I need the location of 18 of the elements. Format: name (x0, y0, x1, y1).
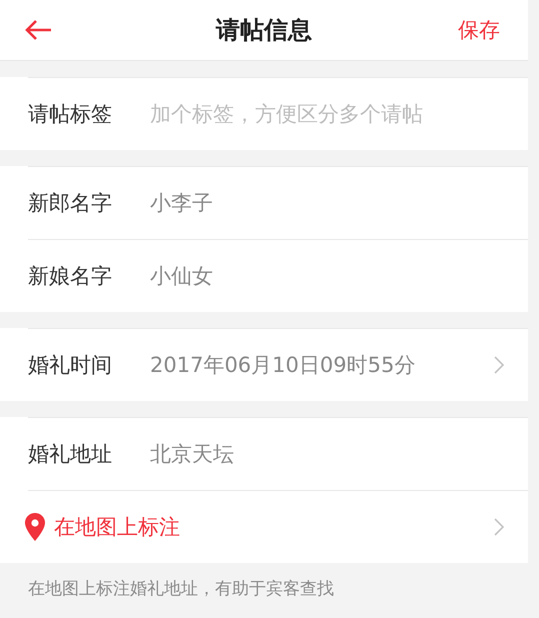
input-field[interactable]: 加个标签，方便区分多个请帖 (150, 102, 504, 126)
back-icon[interactable] (24, 19, 52, 41)
field-label: 婚礼时间 (28, 352, 113, 379)
input-field[interactable]: 小仙女 (150, 264, 504, 288)
input-field[interactable]: 小李子 (150, 191, 504, 215)
chevron-icon (494, 518, 504, 536)
map-link[interactable]: 在地图上标注 (54, 513, 180, 541)
field-label: 新郎名字 (28, 190, 113, 217)
field-label: 新娘名字 (28, 263, 113, 290)
date-value[interactable]: 2017年06月10日09时55分 (150, 351, 494, 379)
page-title: 请帖信息 (216, 16, 312, 44)
save-button[interactable]: 保存 (458, 16, 500, 44)
field-label: 婚礼地址 (28, 441, 113, 468)
field-label: 请帖标签 (28, 101, 113, 128)
input-field[interactable]: 北京天坛 (150, 442, 504, 466)
chevron-icon (494, 356, 504, 374)
hint-text: 在地图上标注婚礼地址，有助于宾客查找 (28, 579, 334, 599)
location-pin-icon (24, 512, 46, 542)
